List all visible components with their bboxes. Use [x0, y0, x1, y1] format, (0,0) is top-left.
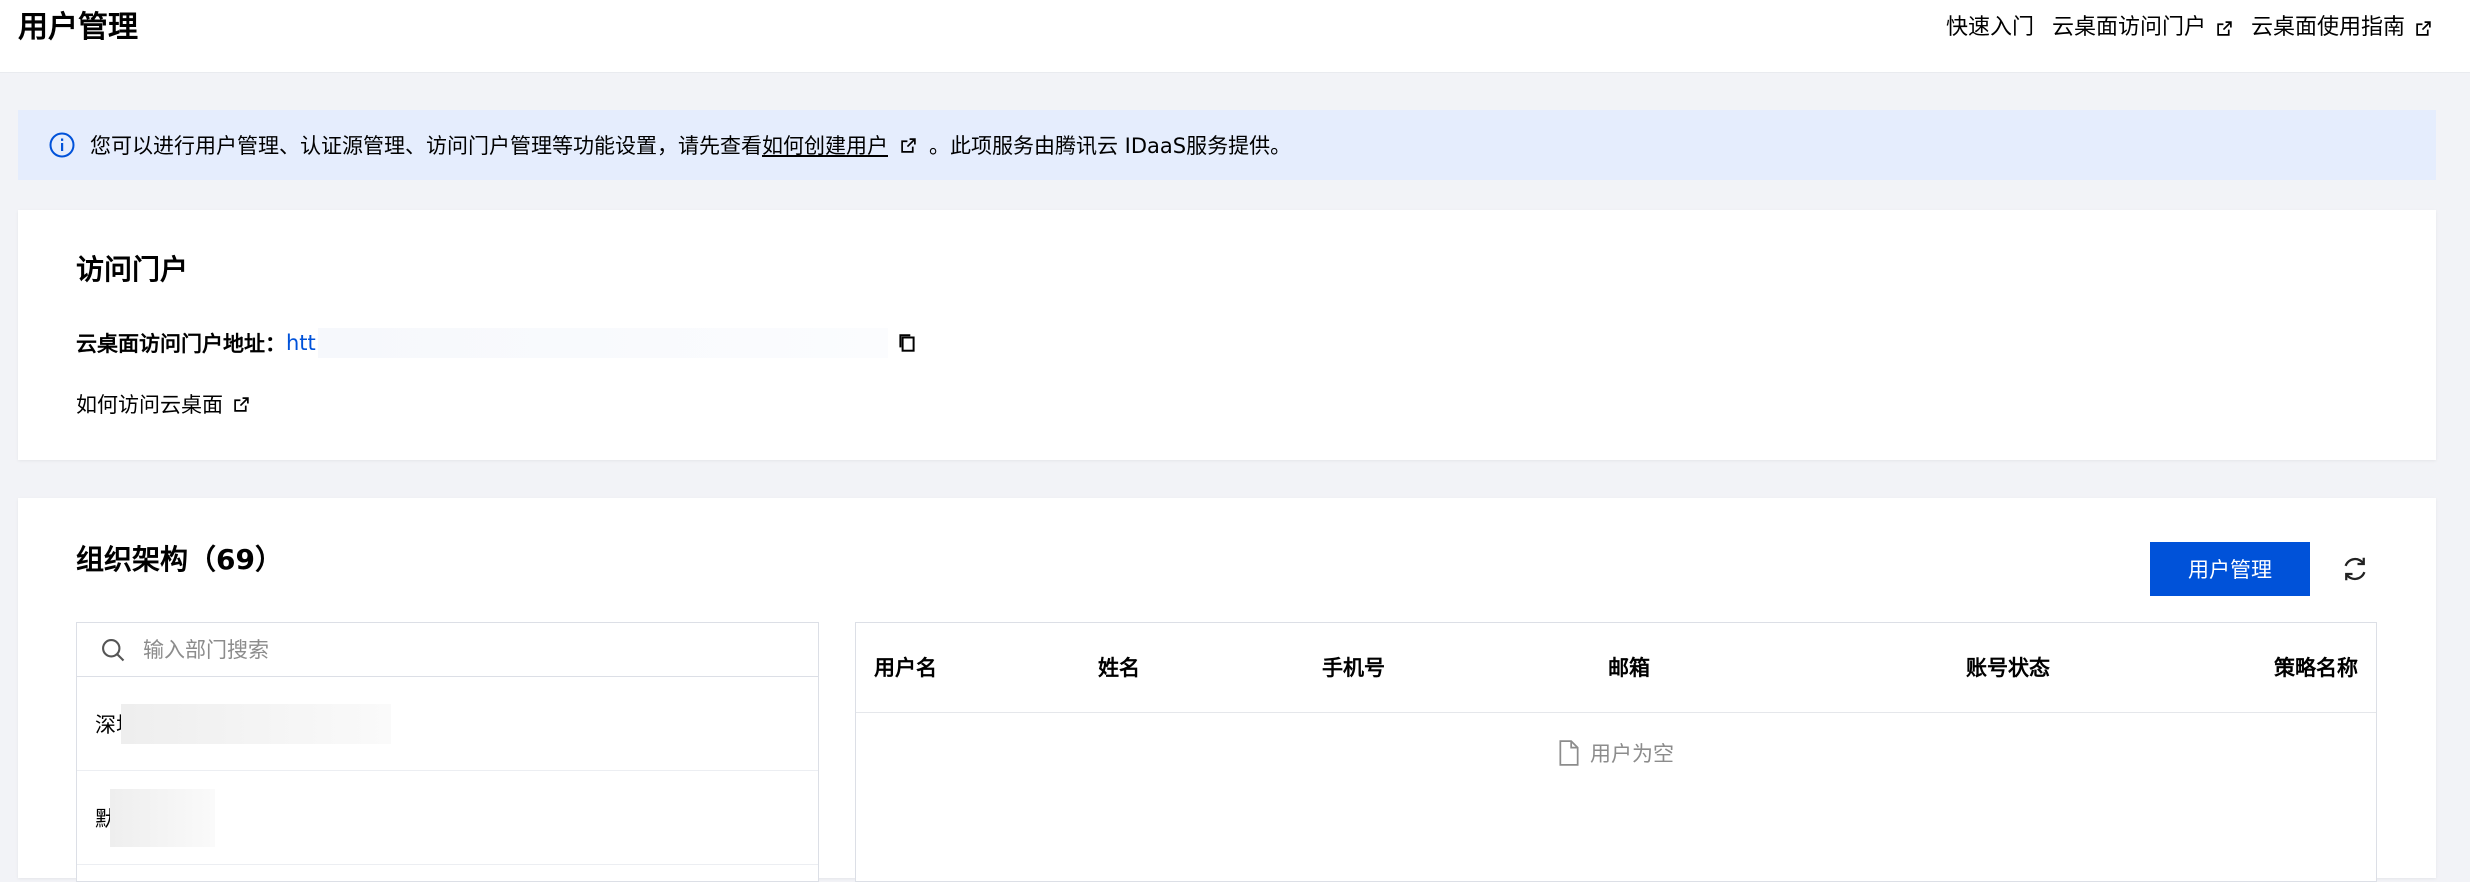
notice-text: 您可以进行用户管理、认证源管理、访问门户管理等功能设置，请先查看 [90, 134, 762, 158]
quick-start-label: 快速入门 [1945, 15, 2034, 40]
info-icon [49, 132, 75, 158]
column-header-username: 用户名 [874, 656, 937, 680]
refresh-icon [2344, 557, 2366, 581]
external-link-icon [901, 137, 916, 153]
redacted-region [317, 328, 888, 358]
department-item[interactable]: 默 [77, 771, 818, 865]
access-portal-card: 访问门户 云桌面访问门户地址： htt 如何访问云桌面 [18, 210, 2436, 460]
header-links: 快速入门 云桌面访问门户 云桌面使用指南 [1946, 10, 2432, 46]
portal-link-label: 云桌面访问门户 [2051, 15, 2206, 40]
org-title: 组织架构（69） [76, 543, 283, 576]
search-icon [102, 638, 125, 661]
redacted-region [121, 703, 391, 744]
redacted-region [110, 788, 215, 847]
portal-title: 访问门户 [76, 253, 189, 286]
table-header: 用户名 姓名 手机号 邮箱 账号状态 策略名称 [856, 623, 2376, 713]
user-table: 用户名 姓名 手机号 邮箱 账号状态 策略名称 用户为空 [855, 622, 2377, 882]
how-to-access-label: 如何访问云桌面 [76, 393, 223, 417]
department-panel: 深圳 默 [76, 622, 819, 882]
user-management-button[interactable]: 用户管理 [2150, 542, 2310, 596]
page-header: 用户管理 快速入门 云桌面访问门户 云桌面使用指南 [0, 0, 2470, 73]
guide-link-label: 云桌面使用指南 [2250, 15, 2405, 40]
department-search [77, 623, 818, 677]
copy-icon[interactable] [896, 332, 918, 354]
guide-link[interactable]: 云桌面使用指南 [2251, 10, 2432, 46]
external-link-icon [2416, 20, 2431, 36]
external-link-icon [2217, 20, 2232, 36]
column-header-name: 姓名 [1098, 656, 1140, 680]
column-header-email: 邮箱 [1608, 656, 1650, 680]
portal-link[interactable]: 云桌面访问门户 [2052, 10, 2233, 46]
how-to-access-link[interactable]: 如何访问云桌面 [76, 386, 250, 422]
column-header-phone: 手机号 [1322, 656, 1385, 680]
org-structure-card: 组织架构（69） 用户管理 深圳 默 用户名 姓名 [18, 498, 2436, 882]
portal-address-url[interactable]: htt [286, 331, 316, 355]
refresh-button[interactable] [2336, 550, 2374, 588]
department-search-input[interactable] [141, 636, 741, 663]
department-item[interactable]: 深圳 [77, 677, 818, 771]
empty-state: 用户为空 [856, 738, 2376, 768]
notice-text-suffix: 。此项服务由腾讯云 IDaaS服务提供。 [929, 134, 1292, 158]
quick-start-link[interactable]: 快速入门 [1946, 10, 2034, 46]
portal-address-row: 云桌面访问门户地址： htt [76, 325, 918, 361]
create-user-guide-link[interactable]: 如何创建用户 [762, 130, 888, 160]
column-header-policy-name: 策略名称 [2274, 656, 2358, 680]
external-link-icon [234, 396, 249, 412]
page-title: 用户管理 [18, 10, 138, 45]
empty-text: 用户为空 [1590, 742, 1674, 766]
document-icon [1559, 740, 1579, 766]
portal-address-label: 云桌面访问门户地址： [76, 332, 286, 356]
notice-bar: 您可以进行用户管理、认证源管理、访问门户管理等功能设置，请先查看 如何创建用户 … [18, 110, 2436, 180]
column-header-account-status: 账号状态 [1966, 656, 2050, 680]
